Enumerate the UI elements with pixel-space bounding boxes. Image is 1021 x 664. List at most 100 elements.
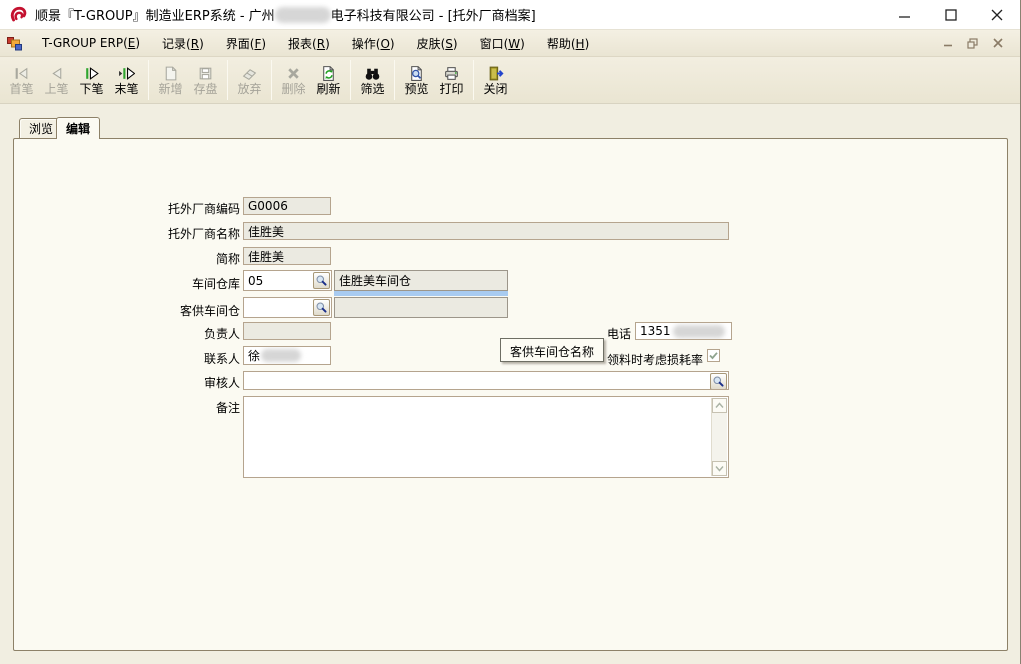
magnifier-icon	[712, 375, 725, 388]
menu-item-window[interactable]: 窗口(W)	[469, 30, 536, 56]
menu-item-label: 帮助(H)	[547, 35, 589, 52]
save-icon	[197, 65, 214, 82]
close-button[interactable]	[974, 0, 1020, 29]
preview-button[interactable]: 预览	[400, 59, 434, 102]
workshop-warehouse-label: 车间仓库	[100, 275, 240, 292]
prev-record-icon	[48, 65, 65, 82]
phone-field[interactable]: 1351	[635, 322, 732, 340]
toolbar-separator	[473, 60, 474, 100]
new-button: 新增	[154, 59, 188, 102]
magnifier-icon	[315, 301, 328, 314]
last-record-icon	[118, 65, 135, 82]
contact-label: 联系人	[100, 350, 240, 367]
toolbar-button-label: 刷新	[316, 83, 340, 96]
mdi-minimize-button[interactable]	[939, 36, 956, 51]
customer-warehouse-lookup-button[interactable]	[313, 299, 330, 316]
app-window: 顺景『T-GROUP』制造业ERP系统 - 广州 电子科技有限公司 - [托外厂商…	[0, 0, 1021, 664]
manager-label: 负责人	[100, 325, 240, 342]
window-title: 顺景『T-GROUP』制造业ERP系统 - 广州 电子科技有限公司 - [托外厂商…	[35, 5, 536, 24]
contact-field[interactable]: 徐	[243, 346, 331, 365]
first-record-icon	[13, 65, 30, 82]
workshop-warehouse-code-input[interactable]: 05	[243, 270, 332, 291]
menu-item-label: 报表(R)	[288, 35, 330, 52]
window-title-prefix: 顺景『T-GROUP』制造业ERP系统 - 广州	[35, 9, 275, 24]
toolbar-button-label: 打印	[439, 83, 463, 96]
auditor-field[interactable]	[243, 371, 729, 390]
menu-item-interface[interactable]: 界面(F)	[215, 30, 277, 56]
workshop-warehouse-lookup-button[interactable]	[313, 272, 330, 289]
menu-item-label: 记录(R)	[162, 35, 204, 52]
loss-rate-checkbox[interactable]	[707, 349, 720, 362]
menu-item-label: 操作(O)	[352, 35, 395, 52]
toolbar-button-label: 末笔	[114, 83, 138, 96]
toolbar-separator	[350, 60, 351, 100]
toolbar-button-label: 关闭	[483, 83, 507, 96]
menu-item-report[interactable]: 报表(R)	[277, 30, 341, 56]
menu-item-t-group-erp[interactable]: T-GROUP ERP(E)	[31, 30, 151, 56]
vendor-name-value: 佳胜美	[248, 223, 284, 240]
redaction-blur	[275, 7, 331, 23]
remarks-textarea[interactable]	[243, 396, 729, 478]
scroll-down-button[interactable]	[712, 461, 727, 476]
toolbar-button-label: 筛选	[360, 83, 384, 96]
toolbar-button-label: 放弃	[237, 83, 261, 96]
minimize-button[interactable]	[882, 0, 928, 29]
next-record-icon	[83, 65, 100, 82]
filter-icon	[364, 65, 381, 82]
mdi-window-controls	[939, 36, 1020, 51]
document-icon	[6, 35, 23, 51]
menu-item-record[interactable]: 记录(R)	[151, 30, 215, 56]
menu-items: T-GROUP ERP(E) 记录(R) 界面(F) 报表(R) 操作(O) 皮肤(S) 窗…	[31, 30, 600, 56]
abandon-button: 放弃	[233, 59, 267, 102]
mdi-close-button[interactable]	[989, 36, 1006, 51]
save-button: 存盘	[189, 59, 223, 102]
menu-bar: T-GROUP ERP(E) 记录(R) 界面(F) 报表(R) 操作(O) 皮肤(S) 窗…	[0, 30, 1020, 57]
print-button[interactable]: 打印	[435, 59, 469, 102]
vendor-name-field: 佳胜美	[243, 222, 729, 240]
vendor-code-label: 托外厂商编码	[100, 200, 240, 217]
tab-edit-label: 编辑	[66, 120, 90, 137]
toolbar-button-label: 下笔	[79, 83, 103, 96]
maximize-button[interactable]	[928, 0, 974, 29]
refresh-button[interactable]: 刷新	[312, 59, 346, 102]
auditor-lookup-button[interactable]	[710, 373, 727, 390]
short-name-label: 简称	[100, 250, 240, 267]
title-bar: 顺景『T-GROUP』制造业ERP系统 - 广州 电子科技有限公司 - [托外厂商…	[0, 0, 1020, 30]
scroll-up-button[interactable]	[712, 398, 727, 413]
menu-item-operation[interactable]: 操作(O)	[341, 30, 406, 56]
workshop-warehouse-code-value: 05	[248, 274, 263, 288]
toolbar-button-label: 删除	[281, 83, 305, 96]
short-name-value: 佳胜美	[248, 248, 284, 265]
filter-button[interactable]: 筛选	[356, 59, 390, 102]
menu-item-label: T-GROUP ERP(E)	[42, 36, 140, 50]
magnifier-icon	[315, 274, 328, 287]
mdi-restore-button[interactable]	[964, 36, 981, 51]
vendor-code-field: G0006	[243, 197, 331, 215]
window-title-suffix: 电子科技有限公司 - [托外厂商档案]	[331, 9, 536, 24]
customer-warehouse-code-input[interactable]	[243, 297, 332, 318]
delete-icon	[285, 65, 302, 82]
tab-edit[interactable]: 编辑	[56, 117, 100, 139]
vendor-name-label: 托外厂商名称	[100, 225, 240, 242]
close-icon	[487, 65, 504, 82]
remarks-scrollbar[interactable]	[711, 398, 727, 476]
tab-browse-label: 浏览	[29, 120, 53, 137]
toolbar-button-label: 新增	[158, 83, 182, 96]
last-record-button[interactable]: 末笔	[110, 59, 144, 102]
menu-item-label: 界面(F)	[226, 35, 266, 52]
close-button[interactable]: 关闭	[479, 59, 513, 102]
focus-highlight-bar	[334, 291, 508, 296]
check-icon	[708, 350, 719, 361]
menu-item-help[interactable]: 帮助(H)	[536, 30, 600, 56]
next-record-button[interactable]: 下笔	[75, 59, 109, 102]
refresh-icon	[320, 65, 337, 82]
toolbar-separator	[148, 60, 149, 100]
toolbar-button-label: 预览	[404, 83, 428, 96]
toolbar-separator	[394, 60, 395, 100]
menu-item-label: 窗口(W)	[480, 35, 525, 52]
vendor-code-value: G0006	[248, 199, 288, 213]
toolbar-separator	[227, 60, 228, 100]
app-logo-icon	[8, 5, 28, 25]
workshop-warehouse-name-value: 佳胜美车间仓	[339, 272, 411, 289]
menu-item-skin[interactable]: 皮肤(S)	[406, 30, 469, 56]
